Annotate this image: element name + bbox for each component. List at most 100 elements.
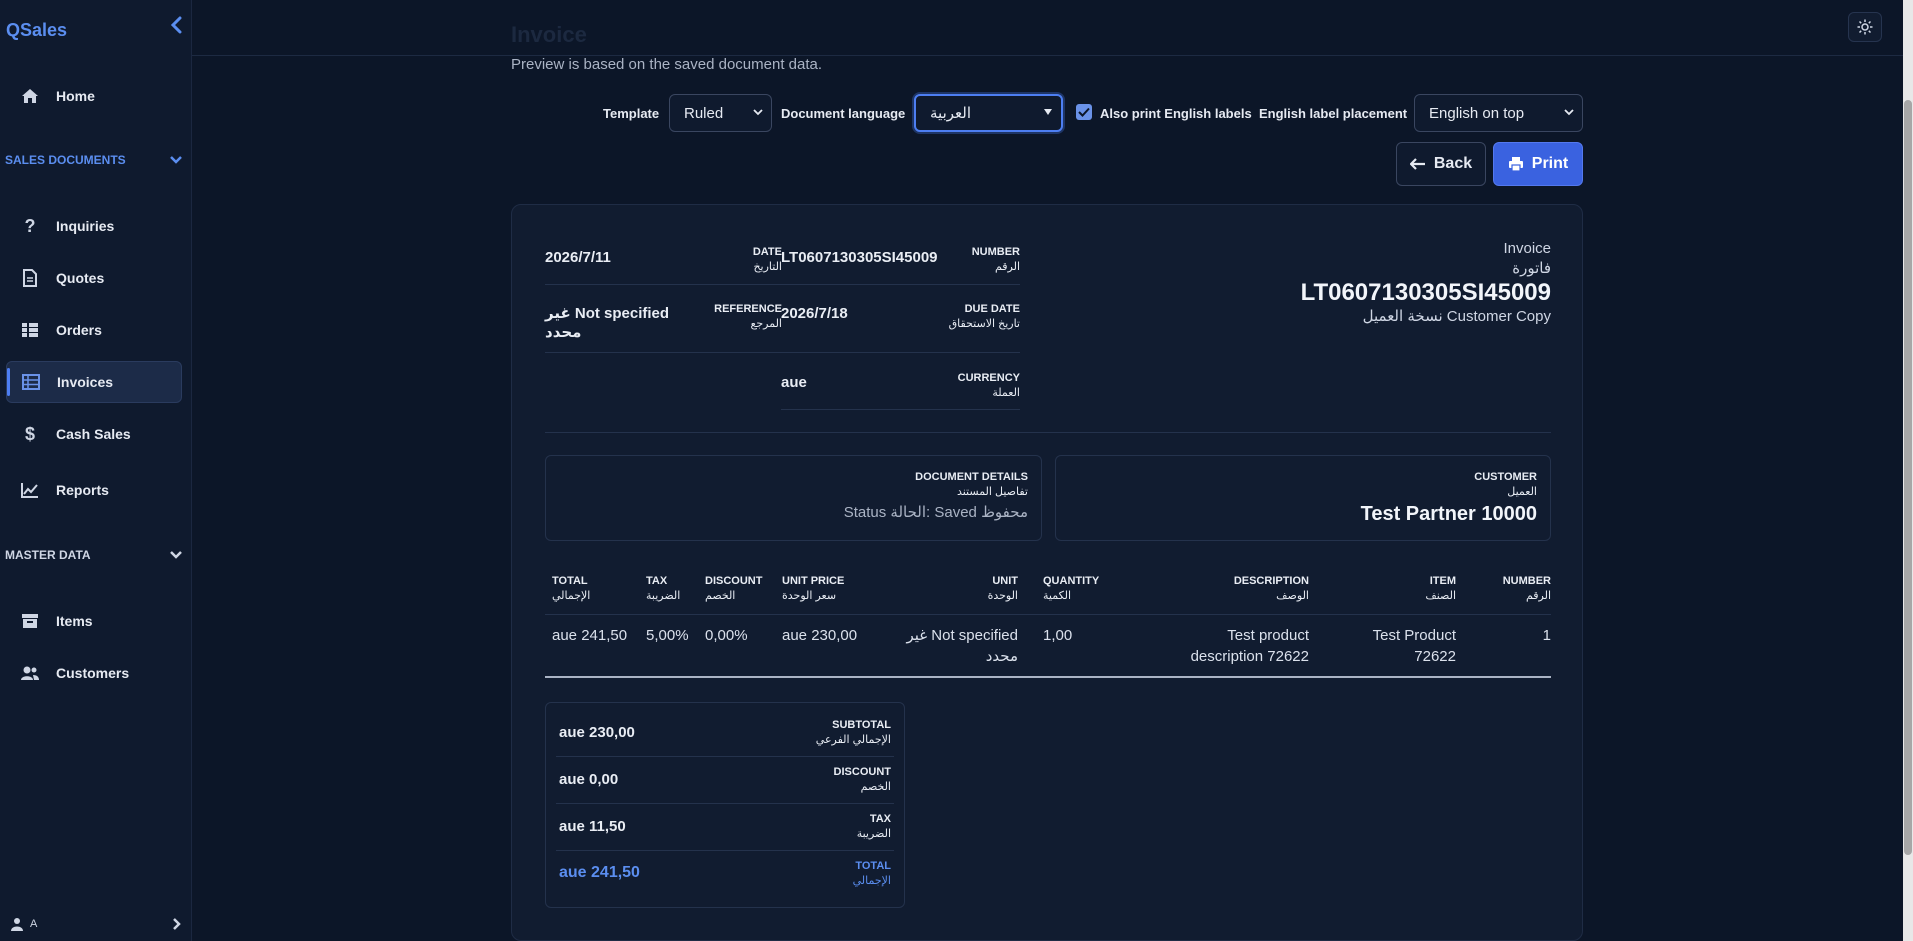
document-type-ar: فاتورة xyxy=(1512,260,1551,277)
col-header-tax: TAX الضريبة xyxy=(646,575,681,602)
app-brand[interactable]: QSales xyxy=(6,20,67,41)
cell-discount: 0,00% xyxy=(705,627,748,644)
currency-key-en: CURRENCY xyxy=(957,372,1020,384)
total-value: aue 241,50 xyxy=(559,864,640,881)
reference-value: غير Not specified محدد xyxy=(545,305,670,341)
number-key-en: NUMBER xyxy=(971,246,1020,258)
sidebar-item-invoices[interactable]: Invoices xyxy=(6,361,182,403)
totals-box: aue 230,00 SUBTOTAL الإجمالي الفرعي aue … xyxy=(545,702,905,908)
customer-box: CUSTOMER العميل Test Partner 10000 xyxy=(1055,455,1551,541)
question-icon: ? xyxy=(24,215,36,236)
scrollbar-thumb[interactable] xyxy=(1904,100,1912,855)
table-bottom-rule xyxy=(545,676,1551,678)
subtotal-key: SUBTOTAL الإجمالي الفرعي xyxy=(815,719,891,746)
reference-key-ar: المرجع xyxy=(750,318,783,330)
section-label: SALES DOCUMENTS xyxy=(5,153,126,167)
sidebar-item-label: Cash Sales xyxy=(56,426,131,442)
back-button[interactable]: Back xyxy=(1396,142,1486,186)
english-labels-checkbox[interactable] xyxy=(1076,104,1092,120)
due-date-key-ar: تاريخ الاستحقاق xyxy=(948,318,1020,330)
invoice-preview: 2026/7/11 DATE التاريخ غير Not specified… xyxy=(511,204,1583,941)
chart-line-icon xyxy=(18,478,42,502)
sidebar-item-inquiries[interactable]: ? Inquiries xyxy=(6,205,182,247)
template-select[interactable]: Ruled xyxy=(669,94,772,132)
users-icon xyxy=(18,661,42,685)
cell-description: Test product description 72622 xyxy=(1190,627,1309,665)
date-key: DATE التاريخ xyxy=(732,245,782,275)
scrollbar[interactable] xyxy=(1903,0,1913,941)
template-value: Ruled xyxy=(684,104,724,122)
discount-value: aue 0,00 xyxy=(559,771,619,788)
customer-copy-label: نسخة العميل Customer Copy xyxy=(1362,308,1551,325)
table-icon xyxy=(19,370,43,394)
number-value: LT0607130305SI45009 xyxy=(781,249,938,266)
printer-icon xyxy=(1508,157,1523,172)
sidebar-item-label: Reports xyxy=(56,482,109,498)
discount-key: DISCOUNT الخصم xyxy=(833,766,891,793)
cell-quantity: 1,00 xyxy=(1043,627,1073,644)
collapse-sidebar-button[interactable] xyxy=(166,14,186,36)
cell-total: aue 241,50 xyxy=(552,627,628,644)
theme-toggle-button[interactable] xyxy=(1848,12,1882,42)
section-label: MASTER DATA xyxy=(5,548,91,562)
document-heading: Invoice فاتورة LT0607130305SI45009 نسخة … xyxy=(1272,239,1551,327)
sidebar-section-master-data[interactable]: MASTER DATA xyxy=(5,545,183,565)
col-header-item: ITEM الصنف xyxy=(1425,575,1456,602)
language-label: Document language xyxy=(781,106,906,121)
user-menu[interactable]: A xyxy=(10,913,182,935)
print-button[interactable]: Print xyxy=(1493,142,1583,186)
sidebar-section-sales[interactable]: SALES DOCUMENTS xyxy=(5,150,183,170)
preview-note: Preview is based on the saved document d… xyxy=(511,56,823,73)
sidebar-item-reports[interactable]: Reports xyxy=(6,469,182,511)
due-date-key-en: DUE DATE xyxy=(964,303,1020,315)
reference-key: REFERENCE المرجع xyxy=(692,302,782,332)
home-icon xyxy=(18,84,42,108)
sidebar-item-items[interactable]: Items xyxy=(6,600,182,642)
number-key-ar: الرقم xyxy=(994,261,1020,273)
status-text: Status الحالة: Saved محفوظ xyxy=(843,504,1028,521)
check-icon xyxy=(1078,107,1090,117)
caret-down-icon xyxy=(1044,109,1052,115)
user-name: A xyxy=(30,918,38,930)
sidebar-item-cash-sales[interactable]: $ Cash Sales xyxy=(6,413,182,455)
topbar-divider xyxy=(192,55,1904,56)
date-value: 2026/7/11 xyxy=(545,249,611,266)
document-type-en: Invoice xyxy=(1503,240,1551,257)
date-key-en: DATE xyxy=(752,246,782,258)
sidebar-item-label: Home xyxy=(56,88,95,104)
placement-select[interactable]: English on top xyxy=(1414,94,1583,132)
due-date-key: DUE DATE تاريخ الاستحقاق xyxy=(912,302,1020,332)
col-header-number: NUMBER الرقم xyxy=(1502,575,1551,602)
chevron-down-icon xyxy=(170,551,182,559)
sidebar-item-home[interactable]: Home xyxy=(6,75,182,117)
sidebar-item-quotes[interactable]: Quotes xyxy=(6,257,182,299)
col-header-description: DESCRIPTION الوصف xyxy=(1233,575,1309,602)
page-title: Invoice xyxy=(511,22,587,47)
chevron-down-icon xyxy=(170,156,182,164)
english-labels-label[interactable]: Also print English labels xyxy=(1100,106,1252,121)
due-date-value: 2026/7/18 xyxy=(781,305,848,322)
chevron-down-icon xyxy=(753,109,763,116)
cell-item: Test Product 72622 xyxy=(1372,627,1456,665)
list-icon xyxy=(18,318,42,342)
sidebar-item-label: Orders xyxy=(56,322,102,338)
language-select[interactable]: العربية xyxy=(914,94,1063,132)
user-icon xyxy=(11,918,23,931)
sidebar-item-label: Inquiries xyxy=(56,218,115,234)
sidebar-item-label: Customers xyxy=(56,665,130,681)
col-header-total: TOTAL الإجمالي xyxy=(552,575,591,602)
print-label: Print xyxy=(1531,155,1569,172)
cell-number: 1 xyxy=(1542,627,1551,644)
document-icon xyxy=(18,266,42,290)
customer-key-ar: العميل xyxy=(1507,486,1537,498)
sidebar-item-customers[interactable]: Customers xyxy=(6,652,182,694)
arrow-left-icon xyxy=(1409,158,1425,170)
sidebar-item-label: Quotes xyxy=(56,270,105,286)
col-header-discount: DISCOUNT الخصم xyxy=(705,575,763,602)
cell-unit: غير Not specified محدد xyxy=(906,627,1018,665)
date-key-ar: التاريخ xyxy=(753,261,782,273)
col-header-unit: UNIT الوحدة xyxy=(987,575,1018,602)
sidebar-item-orders[interactable]: Orders xyxy=(6,309,182,351)
number-key: NUMBER الرقم xyxy=(942,245,1020,275)
details-key-en: DOCUMENT DETAILS xyxy=(915,471,1028,483)
